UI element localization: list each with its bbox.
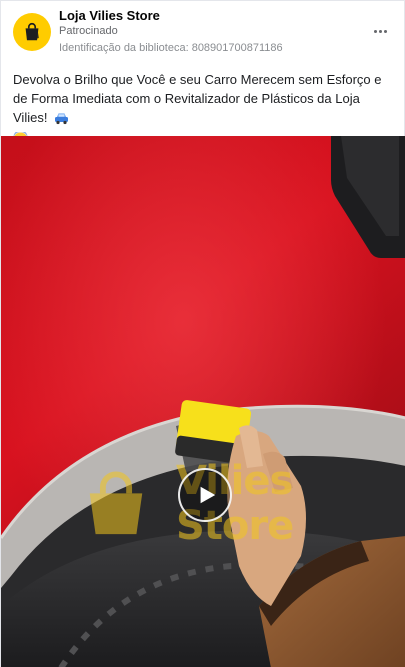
- ad-video[interactable]: Vilies Store: [1, 136, 405, 667]
- page-name[interactable]: Loja Vilies Store: [59, 8, 160, 23]
- library-id: Identificação da biblioteca: 80890170087…: [59, 42, 283, 54]
- post-header: Loja Vilies Store Patrocinado Identifica…: [1, 1, 405, 63]
- play-button[interactable]: [178, 468, 232, 522]
- more-options-button[interactable]: [368, 21, 392, 41]
- shopping-bag-icon: [25, 23, 39, 41]
- more-options-icon-dot: [378, 29, 382, 33]
- car-emoji: [54, 111, 69, 130]
- more-options-icon-dot: [383, 29, 387, 33]
- play-icon: [200, 486, 216, 504]
- more-options-icon: [373, 29, 377, 33]
- ad-post-card: Loja Vilies Store Patrocinado Identifica…: [0, 0, 405, 667]
- sponsored-label: Patrocinado: [59, 25, 118, 37]
- page-avatar[interactable]: [13, 13, 51, 51]
- video-frame-image: [1, 136, 405, 667]
- shopping-bag-icon: [89, 471, 143, 535]
